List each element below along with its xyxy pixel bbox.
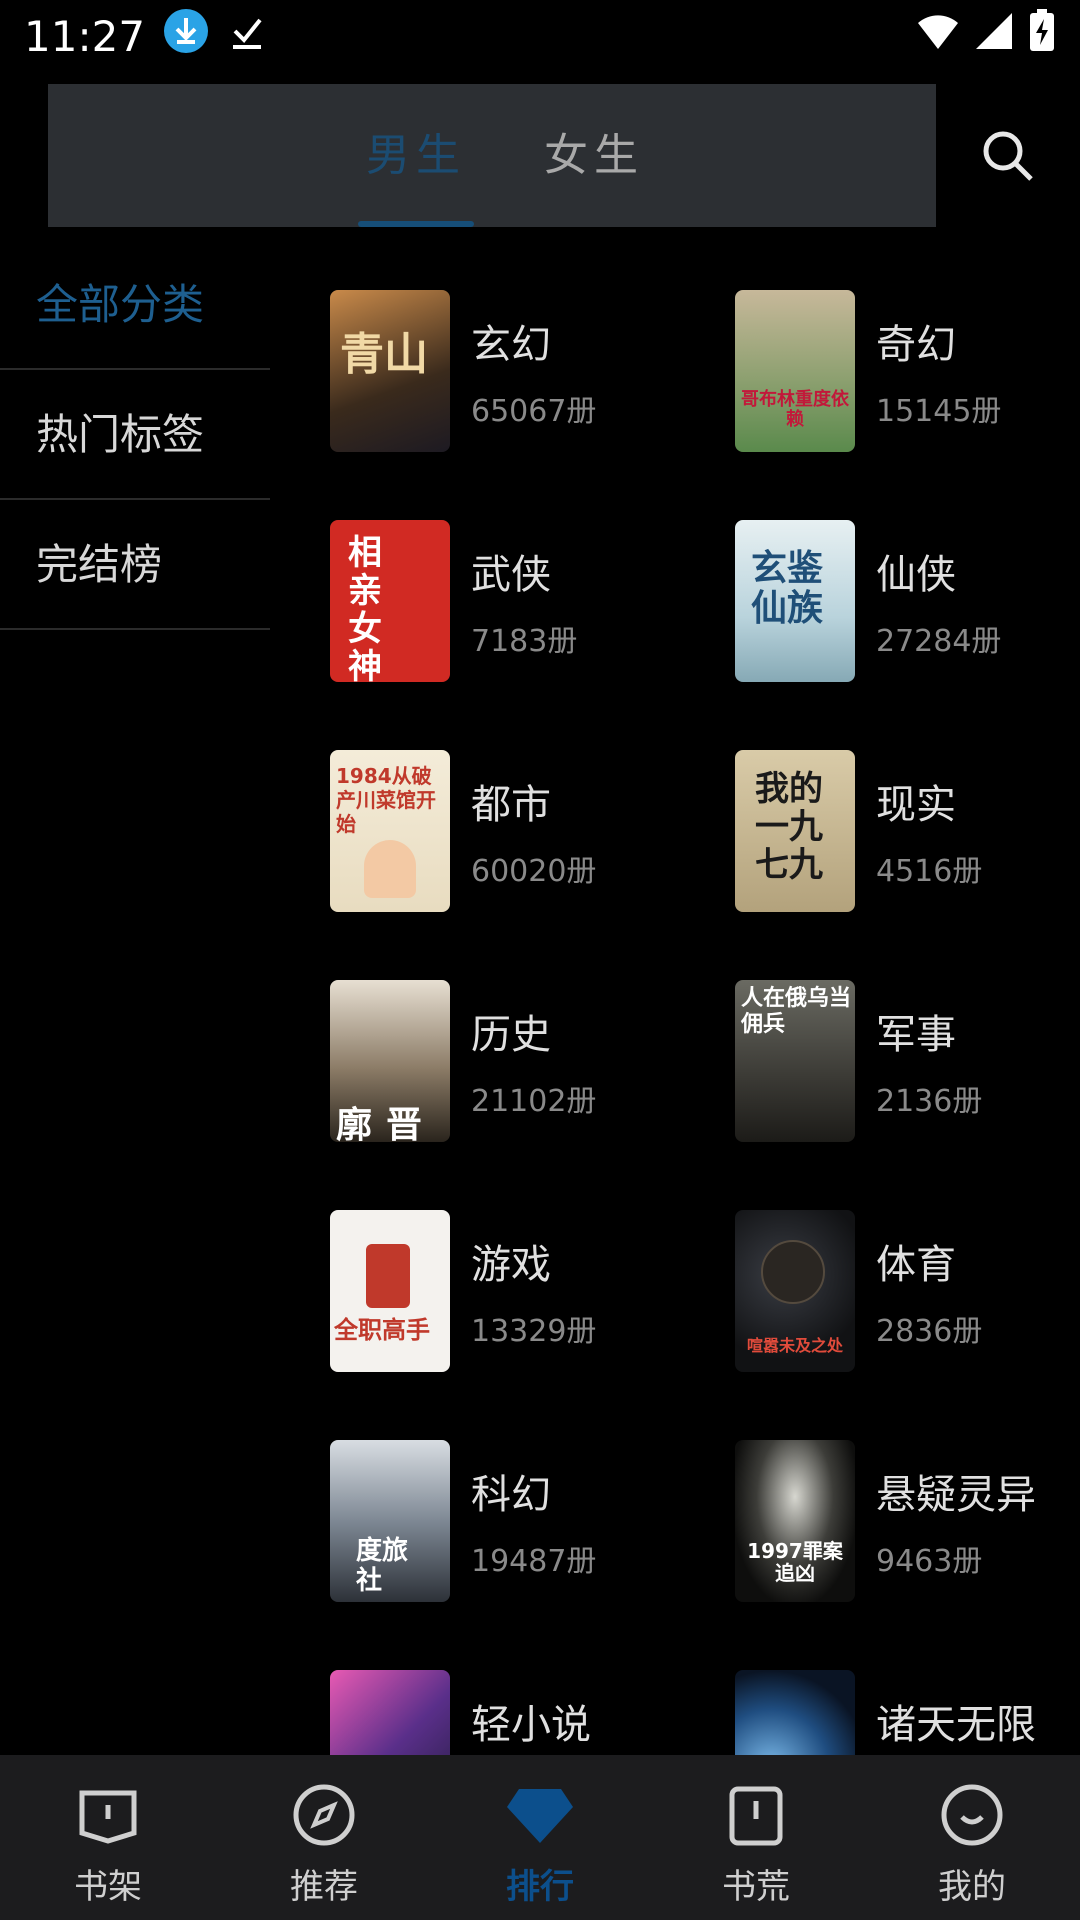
nav-label: 书荒	[722, 1867, 790, 1907]
nav-recommend[interactable]: 推荐	[216, 1755, 432, 1920]
category-item[interactable]: 1984从破产川菜馆开始 都市 60020册	[330, 750, 690, 912]
search-icon[interactable]	[980, 128, 1036, 184]
book-cover: 1997罪案追凶	[735, 1440, 855, 1602]
status-time: 11:27	[24, 11, 146, 61]
book-cover: 人在俄乌当佣兵	[735, 980, 855, 1142]
nav-label: 排行	[506, 1867, 574, 1907]
category-item[interactable]: 人在俄乌当佣兵 军事 2136册	[735, 980, 1080, 1142]
category-name: 奇幻	[876, 322, 956, 368]
category-name: 都市	[471, 782, 551, 828]
book-cover: 喧嚣未及之处	[735, 1210, 855, 1372]
category-item[interactable]: 相亲女神捕 武侠 7183册	[330, 520, 690, 682]
category-name: 体育	[876, 1242, 956, 1288]
battery-charging-icon	[1028, 9, 1056, 63]
book-alert-icon	[724, 1783, 788, 1851]
download-icon	[163, 8, 209, 64]
category-count: 13329册	[471, 1314, 597, 1349]
nav-mine[interactable]: 我的	[864, 1755, 1080, 1920]
top-bar: 男生 女生	[48, 84, 936, 227]
category-item[interactable]: 1997罪案追凶 悬疑灵异 9463册	[735, 1440, 1080, 1602]
category-count: 19487册	[471, 1544, 597, 1579]
bookshelf-icon	[76, 1783, 140, 1851]
tab-male[interactable]: 男生	[358, 84, 474, 227]
sidebar-item-hot-tags[interactable]: 热门标签	[0, 370, 270, 500]
ranking-diamond-icon	[505, 1783, 575, 1851]
category-item[interactable]: 喧嚣未及之处 体育 2836册	[735, 1210, 1080, 1372]
category-sidebar: 全部分类 热门标签 完结榜	[0, 240, 270, 630]
book-cover: 1984从破产川菜馆开始	[330, 750, 450, 912]
category-item[interactable]: 我的一九七九 现实 4516册	[735, 750, 1080, 912]
compass-icon	[292, 1783, 356, 1851]
gender-tabs: 男生 女生	[358, 84, 644, 227]
tab-female[interactable]: 女生	[544, 84, 644, 227]
category-count: 27284册	[876, 624, 1002, 659]
category-count: 2836册	[876, 1314, 983, 1349]
category-name: 科幻	[471, 1472, 551, 1518]
category-count: 4516册	[876, 854, 983, 889]
book-cover: 全职高手	[330, 1210, 450, 1372]
category-item[interactable]: 廓晋 历史 21102册	[330, 980, 690, 1142]
smile-face-icon	[940, 1783, 1004, 1851]
category-name: 诸天无限	[876, 1702, 1036, 1748]
bottom-navigation: 书架 推荐 排行 书荒 我的	[0, 1755, 1080, 1920]
book-cover: 玄鉴仙族	[735, 520, 855, 682]
category-name: 玄幻	[471, 322, 551, 368]
category-name: 现实	[876, 782, 956, 828]
category-item[interactable]: 哥布林重度依赖 奇幻 15145册	[735, 290, 1080, 452]
sidebar-item-all-categories[interactable]: 全部分类	[0, 240, 270, 370]
book-cover: 相亲女神捕	[330, 520, 450, 682]
category-name: 历史	[471, 1012, 551, 1058]
category-name: 仙侠	[876, 552, 956, 598]
book-cover: 度旅社	[330, 1440, 450, 1602]
category-item[interactable]: 度旅社 科幻 19487册	[330, 1440, 690, 1602]
book-cover: 我的一九七九	[735, 750, 855, 912]
book-cover: 廓晋	[330, 980, 450, 1142]
check-download-icon	[227, 11, 267, 61]
signal-icon	[974, 11, 1014, 61]
category-count: 65067册	[471, 394, 597, 429]
category-count: 7183册	[471, 624, 578, 659]
category-item[interactable]: 青山 玄幻 65067册	[330, 290, 690, 452]
category-name: 游戏	[471, 1242, 551, 1288]
category-name: 悬疑灵异	[876, 1472, 1036, 1518]
book-cover: 哥布林重度依赖	[735, 290, 855, 452]
nav-label: 书架	[74, 1867, 142, 1907]
category-name: 武侠	[471, 552, 551, 598]
sidebar-item-finished-rank[interactable]: 完结榜	[0, 500, 270, 630]
nav-bookshelf[interactable]: 书架	[0, 1755, 216, 1920]
category-item[interactable]: 全职高手 游戏 13329册	[330, 1210, 690, 1372]
category-name: 轻小说	[471, 1702, 591, 1748]
category-name: 军事	[876, 1012, 956, 1058]
category-count: 9463册	[876, 1544, 983, 1579]
category-item[interactable]: 玄鉴仙族 仙侠 27284册	[735, 520, 1080, 682]
book-cover: 青山	[330, 290, 450, 452]
category-count: 21102册	[471, 1084, 597, 1119]
nav-label: 推荐	[290, 1867, 358, 1907]
nav-label: 我的	[938, 1867, 1006, 1907]
nav-book-shortage[interactable]: 书荒	[648, 1755, 864, 1920]
wifi-icon	[916, 11, 960, 61]
category-count: 2136册	[876, 1084, 983, 1119]
category-count: 15145册	[876, 394, 1002, 429]
category-count: 60020册	[471, 854, 597, 889]
nav-ranking[interactable]: 排行	[432, 1755, 648, 1920]
status-bar: 11:27	[0, 0, 1080, 72]
